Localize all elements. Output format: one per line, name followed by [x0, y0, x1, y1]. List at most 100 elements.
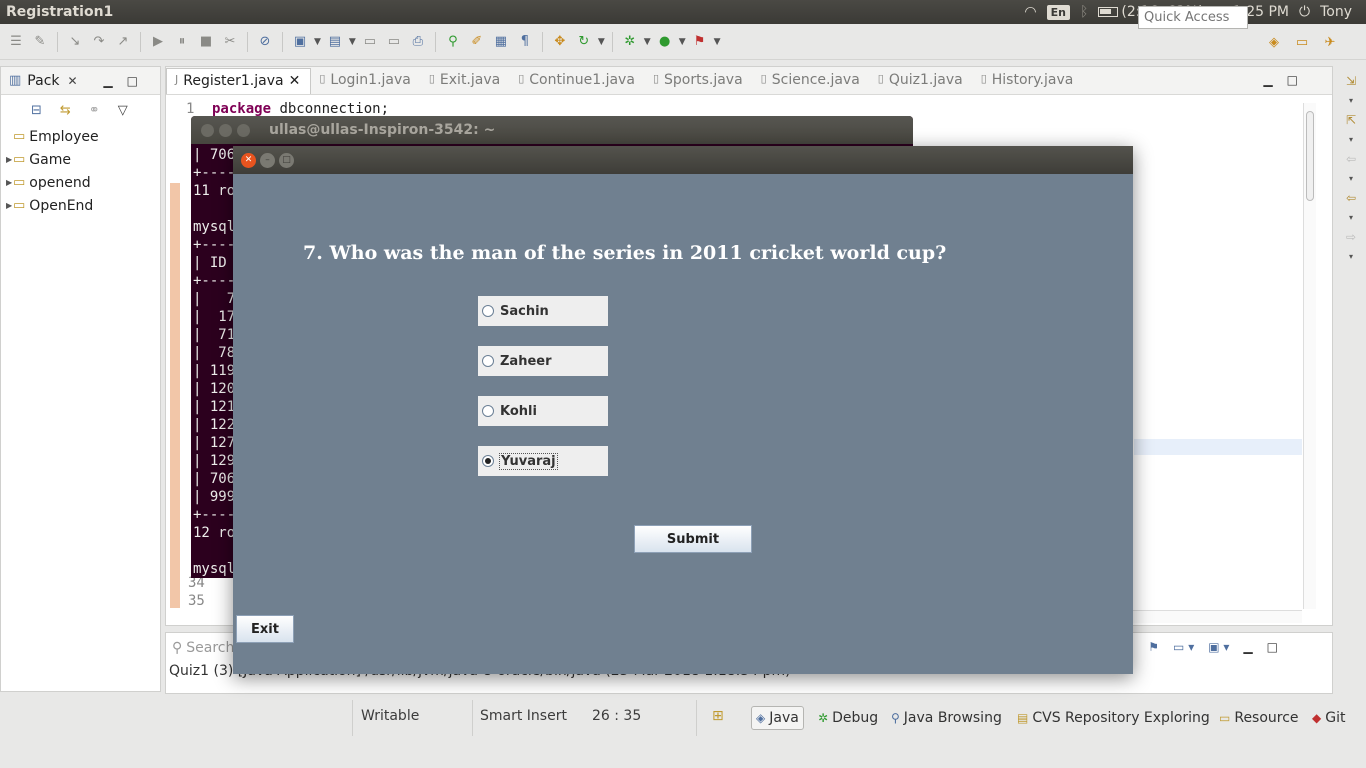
close-icon[interactable]: [201, 123, 214, 137]
back-icon[interactable]: ⇲: [1346, 74, 1356, 88]
view-minmax-controls[interactable]: ▁□: [1243, 640, 1292, 654]
resume-icon[interactable]: ▶: [148, 32, 168, 52]
editor-horizontal-scrollbar[interactable]: [1104, 610, 1302, 623]
external-tools-icon[interactable]: ⚑: [690, 32, 710, 52]
tab-continue1[interactable]: ▯ Continue1.java: [510, 68, 645, 94]
minimize-icon[interactable]: [219, 123, 232, 137]
close-icon[interactable]: ✕: [241, 152, 256, 168]
package-explorer-tab[interactable]: ▥ Pack ✕ ▁□: [1, 67, 160, 95]
chevron-down-icon[interactable]: ▼: [314, 37, 321, 47]
option-kohli[interactable]: Kohli: [478, 396, 608, 426]
new-project-icon[interactable]: ▣: [290, 32, 310, 52]
submit-button[interactable]: Submit: [634, 525, 752, 553]
open-console-icon[interactable]: ▣ ▾: [1208, 640, 1229, 654]
chevron-down-icon[interactable]: ▼: [349, 37, 356, 47]
chevron-down-icon[interactable]: ▼: [598, 37, 605, 47]
session-icon[interactable]: ⏻: [1299, 4, 1310, 20]
option-sachin[interactable]: Sachin: [478, 296, 608, 326]
dropdown-arrow-icon[interactable]: ▾: [1349, 252, 1353, 261]
tab-quiz1[interactable]: ▯ Quiz1.java: [870, 68, 973, 94]
step-into-icon[interactable]: ↘: [65, 32, 85, 52]
chevron-down-icon[interactable]: ▼: [714, 37, 721, 47]
radio-button[interactable]: [482, 455, 494, 467]
new-icon[interactable]: ☰: [6, 32, 26, 52]
plugin-icon[interactable]: ✈: [1320, 32, 1340, 52]
view-minmax-controls[interactable]: ▁□: [103, 74, 160, 88]
open-type-icon[interactable]: ⚲: [443, 32, 463, 52]
minimize-icon[interactable]: –: [260, 152, 275, 168]
folder-icon[interactable]: ▭: [1292, 32, 1312, 52]
code-line-1[interactable]: 1 package dbconnection;: [186, 101, 389, 117]
close-icon[interactable]: ✕: [289, 73, 301, 94]
radio-button[interactable]: [482, 355, 494, 367]
view-menu-icon[interactable]: ▽: [118, 103, 128, 118]
refresh-icon[interactable]: ↻: [574, 32, 594, 52]
tab-history[interactable]: ▯ History.java: [973, 68, 1084, 94]
perspective-resource[interactable]: ▭ Resource: [1215, 706, 1303, 730]
nav-back-icon[interactable]: ⇦: [1346, 191, 1356, 205]
run-icon[interactable]: ●: [655, 32, 675, 52]
skip-breakpoints-icon[interactable]: ⊘: [255, 32, 275, 52]
save-icon[interactable]: ▭: [360, 32, 380, 52]
perspective-cvs[interactable]: ▤ CVS Repository Exploring: [1013, 706, 1214, 730]
tree-item-game[interactable]: ▶ ▭ Game: [1, 148, 160, 171]
mark-occurrences-icon[interactable]: ✐: [467, 32, 487, 52]
tab-exit[interactable]: ▯ Exit.java: [421, 68, 510, 94]
open-perspective-icon[interactable]: ⊞: [712, 708, 724, 724]
suspend-icon[interactable]: ⏸: [172, 32, 192, 52]
perspective-git[interactable]: ◆ Git: [1308, 706, 1349, 730]
build-icon[interactable]: ✥: [550, 32, 570, 52]
terminate-icon[interactable]: ■: [196, 32, 216, 52]
refactor-icon[interactable]: ✎: [30, 32, 50, 52]
chevron-down-icon[interactable]: ▼: [679, 37, 686, 47]
step-return-icon[interactable]: ↗: [113, 32, 133, 52]
bluetooth-icon[interactable]: ᛒ: [1080, 4, 1088, 20]
disconnect-icon[interactable]: ✂: [220, 32, 240, 52]
block-selection-icon[interactable]: ▦: [491, 32, 511, 52]
tab-science[interactable]: ▯ Science.java: [753, 68, 870, 94]
print-icon[interactable]: ⎙: [408, 32, 428, 52]
save-all-icon[interactable]: ▭: [384, 32, 404, 52]
quick-access-input[interactable]: [1138, 6, 1248, 29]
forward-icon[interactable]: ⇱: [1346, 113, 1356, 127]
chevron-down-icon[interactable]: ▼: [644, 37, 651, 47]
pin-console-icon[interactable]: ⚑: [1148, 640, 1159, 654]
radio-button[interactable]: [482, 305, 494, 317]
maximize-icon[interactable]: □: [279, 152, 294, 168]
close-icon[interactable]: ✕: [68, 74, 78, 88]
terminal-titlebar[interactable]: ullas@ullas-Inspiron-3542: ~: [191, 116, 913, 144]
collapse-all-icon[interactable]: ⊟: [31, 103, 42, 118]
focus-icon[interactable]: ⚭: [89, 103, 100, 118]
nav-forward-icon[interactable]: ⇨: [1346, 230, 1356, 244]
debug-icon[interactable]: ✲: [620, 32, 640, 52]
perspective-java[interactable]: ◈ Java: [751, 706, 804, 730]
tab-sports[interactable]: ▯ Sports.java: [645, 68, 753, 94]
expand-arrow-icon[interactable]: ▶: [1, 155, 13, 164]
open-perspective-icon[interactable]: ◈: [1264, 32, 1284, 52]
input-method-indicator[interactable]: En: [1046, 4, 1070, 20]
scrollbar-thumb[interactable]: [1306, 111, 1314, 201]
radio-button[interactable]: [482, 405, 494, 417]
expand-arrow-icon[interactable]: ▶: [1, 178, 13, 187]
perspective-debug[interactable]: ✲ Debug: [814, 706, 882, 730]
expand-arrow-icon[interactable]: ▶: [1, 201, 13, 210]
dropdown-arrow-icon[interactable]: ▾: [1349, 96, 1353, 105]
wifi-icon[interactable]: ◠: [1024, 4, 1036, 20]
link-editor-icon[interactable]: ⇆: [60, 103, 71, 118]
exit-button[interactable]: Exit: [236, 615, 294, 643]
new-package-icon[interactable]: ▤: [325, 32, 345, 52]
option-zaheer[interactable]: Zaheer: [478, 346, 608, 376]
tab-register1[interactable]: J Register1.java ✕: [166, 68, 312, 94]
editor-minmax-controls[interactable]: ▁□: [1263, 73, 1312, 87]
quiz-titlebar[interactable]: ✕ – □: [233, 146, 1133, 174]
editor-vertical-scrollbar[interactable]: [1303, 103, 1316, 609]
option-yuvaraj[interactable]: Yuvaraj: [478, 446, 608, 476]
user-name[interactable]: Tony: [1320, 4, 1352, 20]
tree-item-employee[interactable]: ▭ Employee: [1, 125, 160, 148]
perspective-java-browsing[interactable]: ⚲ Java Browsing: [887, 706, 1006, 730]
dropdown-arrow-icon[interactable]: ▾: [1349, 135, 1353, 144]
display-console-icon[interactable]: ▭ ▾: [1173, 640, 1194, 654]
step-over-icon[interactable]: ↷: [89, 32, 109, 52]
dropdown-arrow-icon[interactable]: ▾: [1349, 213, 1353, 222]
last-edit-icon[interactable]: ⇦: [1346, 152, 1356, 166]
